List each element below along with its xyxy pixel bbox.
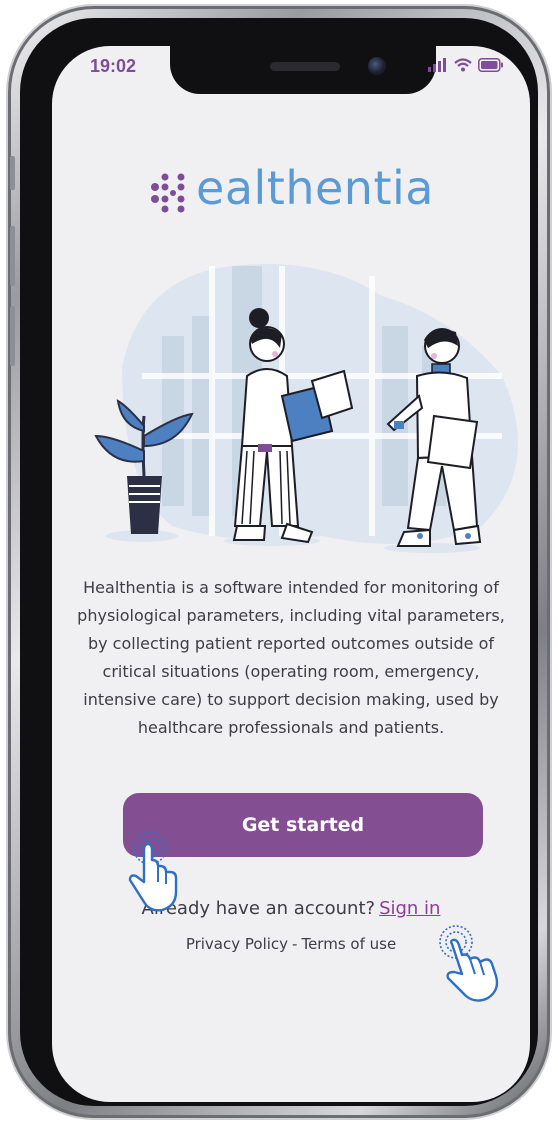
app-screen: 19:02 ealthentia Healthentia is a softwa… bbox=[52, 46, 530, 1102]
status-icons bbox=[428, 58, 504, 72]
earpiece-speaker bbox=[270, 62, 340, 71]
logo-text: ealthentia bbox=[196, 161, 434, 215]
tap-hand-icon bbox=[439, 925, 499, 1002]
phone-bezel: 19:02 ealthentia Healthentia is a softwa… bbox=[20, 18, 538, 1106]
wifi-icon bbox=[454, 58, 472, 72]
privacy-policy-link[interactable]: Privacy Policy bbox=[186, 935, 288, 953]
app-description: Healthentia is a software intended for m… bbox=[77, 578, 505, 737]
legal-separator: - bbox=[292, 935, 298, 953]
tap-hand-icon bbox=[128, 831, 178, 912]
front-camera bbox=[368, 57, 386, 75]
app-logo: ealthentia bbox=[52, 161, 530, 215]
phone-frame: 19:02 ealthentia Healthentia is a softwa… bbox=[8, 6, 550, 1118]
volume-down-button bbox=[10, 306, 15, 366]
sign-in-link[interactable]: Sign in bbox=[379, 898, 440, 919]
notch bbox=[170, 46, 436, 94]
mute-switch bbox=[10, 156, 15, 190]
logo-mark-icon bbox=[151, 173, 185, 212]
terms-of-use-link[interactable]: Terms of use bbox=[301, 935, 396, 953]
volume-up-button bbox=[10, 226, 15, 286]
signal-bars-icon bbox=[428, 58, 446, 72]
battery-icon bbox=[478, 58, 503, 72]
hero-illustration bbox=[94, 264, 518, 553]
status-time: 19:02 bbox=[90, 56, 137, 76]
